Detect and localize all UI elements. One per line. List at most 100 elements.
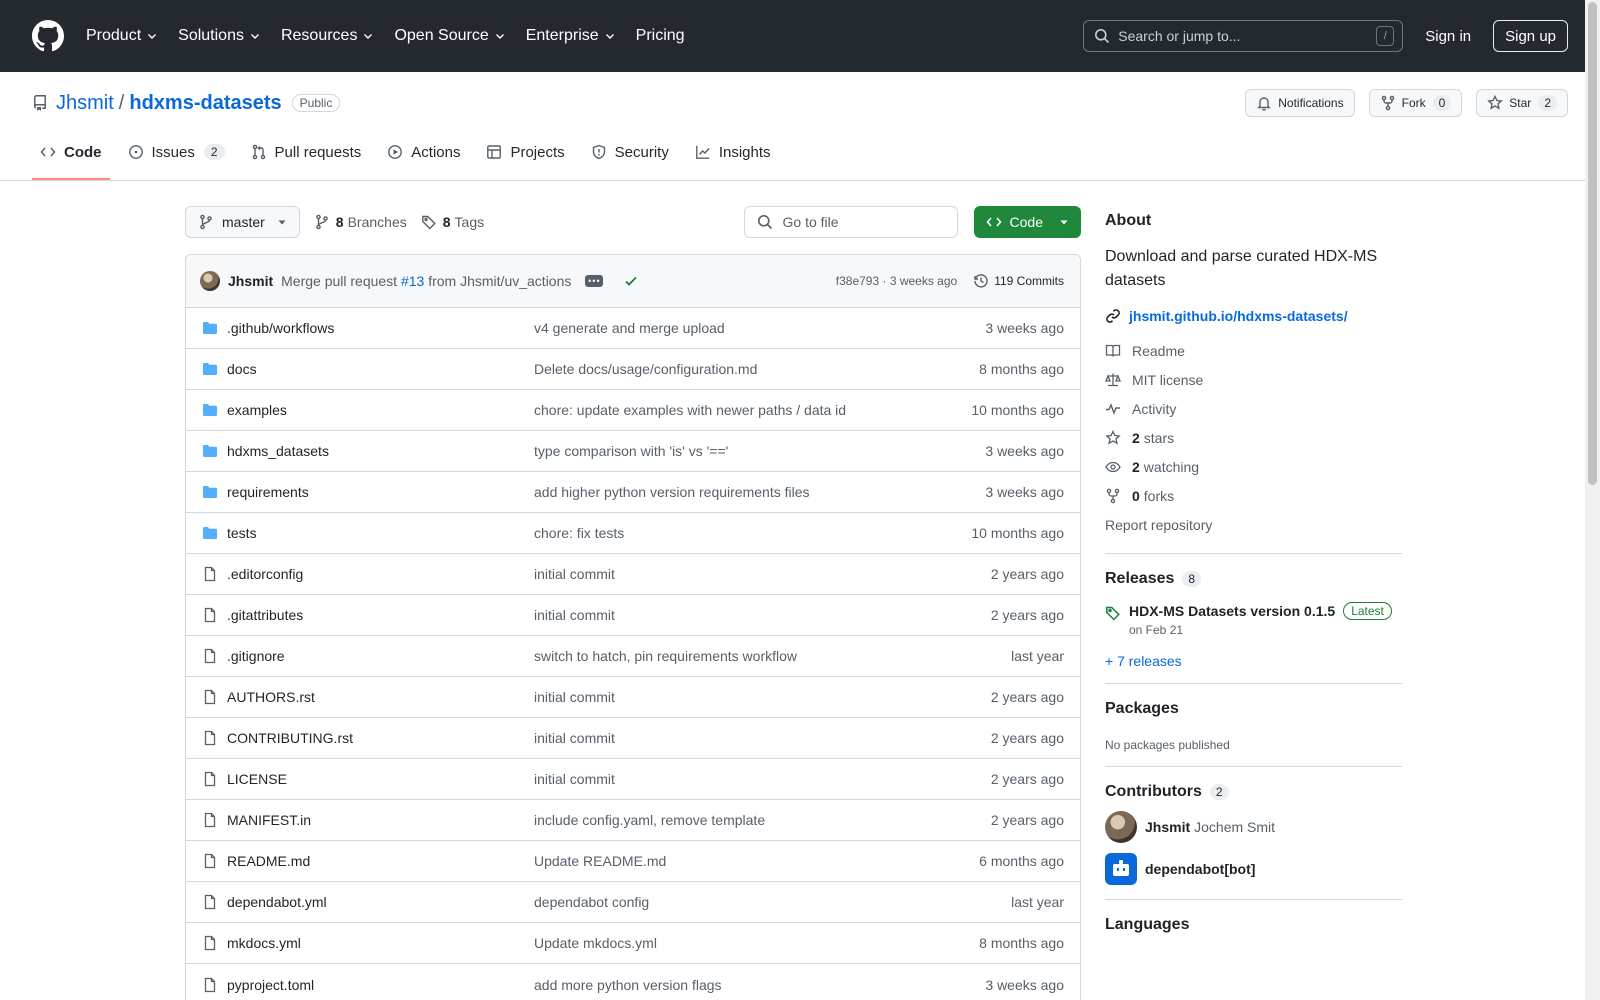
file-commit-message[interactable]: initial commit	[534, 730, 944, 746]
file-commit-message[interactable]: v4 generate and merge upload	[534, 320, 944, 336]
file-commit-message[interactable]: initial commit	[534, 771, 944, 787]
commit-author[interactable]: Jhsmit	[228, 273, 273, 289]
global-search-input[interactable]: Search or jump to... /	[1083, 20, 1404, 52]
top-nav-item-solutions[interactable]: Solutions	[178, 27, 261, 45]
notifications-button[interactable]: Notifications	[1245, 89, 1355, 117]
repo-title-row: Jhsmit / hdxms-datasets Public Notificat…	[0, 72, 1600, 134]
about-item-readme[interactable]: Readme	[1105, 336, 1402, 365]
repo-owner-link[interactable]: Jhsmit	[56, 92, 114, 115]
top-nav-item-pricing[interactable]: Pricing	[636, 27, 685, 45]
top-nav-label: Enterprise	[525, 27, 599, 44]
file-link[interactable]: README.md	[227, 853, 310, 869]
top-nav-item-resources[interactable]: Resources	[281, 27, 374, 45]
file-link[interactable]: hdxms_datasets	[227, 443, 329, 459]
code-dropdown-button[interactable]: Code	[973, 206, 1081, 238]
branches-link[interactable]: 8 Branches	[314, 214, 407, 230]
homepage-link[interactable]: jhsmit.github.io/hdxms-datasets/	[1105, 308, 1402, 324]
go-to-file-input[interactable]: Go to file	[743, 206, 958, 238]
file-commit-message[interactable]: dependabot config	[534, 894, 944, 910]
table-row: MANIFEST.in include config.yaml, remove t…	[186, 800, 1080, 841]
file-link[interactable]: dependabot.yml	[227, 894, 327, 910]
file-link[interactable]: MANIFEST.in	[227, 812, 311, 828]
top-nav-item-enterprise[interactable]: Enterprise	[526, 27, 616, 45]
contributors-heading[interactable]: Contributors 2	[1105, 783, 1402, 801]
file-link[interactable]: docs	[227, 361, 257, 377]
file-link[interactable]: pyproject.toml	[227, 977, 314, 993]
file-name-cell: .editorconfig	[202, 566, 534, 582]
about-item-watching[interactable]: 2 watching	[1105, 452, 1402, 481]
file-link[interactable]: examples	[227, 402, 287, 418]
tab-pull-requests[interactable]: Pull requests	[243, 134, 370, 170]
file-link[interactable]: .gitignore	[227, 648, 285, 664]
tab-label: Projects	[510, 143, 565, 161]
tab-actions[interactable]: Actions	[379, 134, 468, 170]
top-nav-item-product[interactable]: Product	[86, 27, 158, 45]
about-item-forks[interactable]: 0 forks	[1105, 481, 1402, 510]
tab-projects[interactable]: Projects	[478, 134, 572, 170]
file-link[interactable]: mkdocs.yml	[227, 935, 301, 951]
commit-sha-time[interactable]: f38e793 · 3 weeks ago	[836, 274, 957, 288]
releases-heading[interactable]: Releases 8	[1105, 570, 1402, 588]
file-commit-message[interactable]: type comparison with 'is' vs '=='	[534, 443, 944, 459]
page-scrollbar[interactable]	[1585, 0, 1600, 1000]
file-commit-message[interactable]: include config.yaml, remove template	[534, 812, 944, 828]
file-commit-message[interactable]: add higher python version requirements f…	[534, 484, 944, 500]
file-commit-message[interactable]: chore: fix tests	[534, 525, 944, 541]
file-commit-message[interactable]: Delete docs/usage/configuration.md	[534, 361, 944, 377]
latest-release[interactable]: HDX-MS Datasets version 0.1.5 Latest on F…	[1105, 602, 1402, 637]
branch-selector-button[interactable]: master	[185, 206, 300, 238]
file-link[interactable]: LICENSE	[227, 771, 287, 787]
shield-icon	[592, 144, 605, 160]
check-icon[interactable]	[623, 273, 639, 289]
packages-heading[interactable]: Packages	[1105, 700, 1402, 718]
star-button[interactable]: Star 2	[1476, 89, 1568, 117]
file-link[interactable]: requirements	[227, 484, 309, 500]
file-link[interactable]: .editorconfig	[227, 566, 303, 582]
file-commit-message[interactable]: initial commit	[534, 689, 944, 705]
sign-up-button[interactable]: Sign up	[1493, 20, 1568, 52]
repo-name-link[interactable]: hdxms-datasets	[129, 92, 281, 115]
file-link[interactable]: .github/workflows	[227, 320, 334, 336]
expand-commit-message-button[interactable]: •••	[585, 275, 604, 287]
file-link[interactable]: .gitattributes	[227, 607, 303, 623]
contributor-item[interactable]: Jhsmit Jochem Smit	[1105, 811, 1402, 843]
file-link[interactable]: CONTRIBUTING.rst	[227, 730, 353, 746]
about-item-mit-license[interactable]: MIT license	[1105, 365, 1402, 394]
file-icon	[204, 894, 216, 910]
commit-author-avatar[interactable]	[200, 271, 220, 291]
tab-insights[interactable]: Insights	[687, 134, 779, 170]
more-releases-link[interactable]: + 7 releases	[1105, 653, 1402, 669]
file-commit-message[interactable]: switch to hatch, pin requirements workfl…	[534, 648, 944, 664]
about-item-stars[interactable]: 2 stars	[1105, 423, 1402, 452]
about-item-count: 2	[1132, 429, 1140, 446]
tags-link[interactable]: 8 Tags	[421, 214, 484, 230]
file-commit-message[interactable]: Update README.md	[534, 853, 944, 869]
file-icon	[204, 566, 216, 582]
sign-in-link[interactable]: Sign in	[1425, 28, 1471, 45]
commits-history-link[interactable]: 119 Commits	[973, 273, 1064, 289]
about-item-activity[interactable]: Activity	[1105, 394, 1402, 423]
github-logo-icon[interactable]	[32, 20, 64, 52]
report-repository-link[interactable]: Report repository	[1105, 510, 1402, 539]
file-commit-message[interactable]: add more python version flags	[534, 977, 944, 993]
tab-code[interactable]: Code	[32, 134, 110, 180]
file-commit-message[interactable]: initial commit	[534, 607, 944, 623]
file-link[interactable]: tests	[227, 525, 257, 541]
about-item-count: 2	[1132, 458, 1140, 475]
file-commit-message[interactable]: Update mkdocs.yml	[534, 935, 944, 951]
contributor-item[interactable]: dependabot[bot]	[1105, 853, 1402, 885]
commit-message[interactable]: Merge pull request #13 from Jhsmit/uv_ac…	[281, 273, 571, 289]
contributors-section: Contributors 2 Jhsmit Jochem Smit dependa…	[1105, 766, 1402, 885]
top-nav-item-open-source[interactable]: Open Source	[394, 27, 505, 45]
file-commit-message[interactable]: initial commit	[534, 566, 944, 582]
top-nav-label: Solutions	[178, 27, 244, 44]
fork-button[interactable]: Fork 0	[1368, 89, 1463, 117]
tab-issues[interactable]: Issues 2	[120, 134, 233, 170]
scrollbar-thumb[interactable]	[1588, 2, 1597, 485]
commit-pr-link[interactable]: #13	[401, 273, 424, 289]
file-link[interactable]: AUTHORS.rst	[227, 689, 315, 705]
notifications-label: Notifications	[1278, 96, 1344, 110]
tab-security[interactable]: Security	[583, 134, 677, 170]
file-name-cell: examples	[202, 402, 534, 418]
file-commit-message[interactable]: chore: update examples with newer paths …	[534, 402, 944, 418]
